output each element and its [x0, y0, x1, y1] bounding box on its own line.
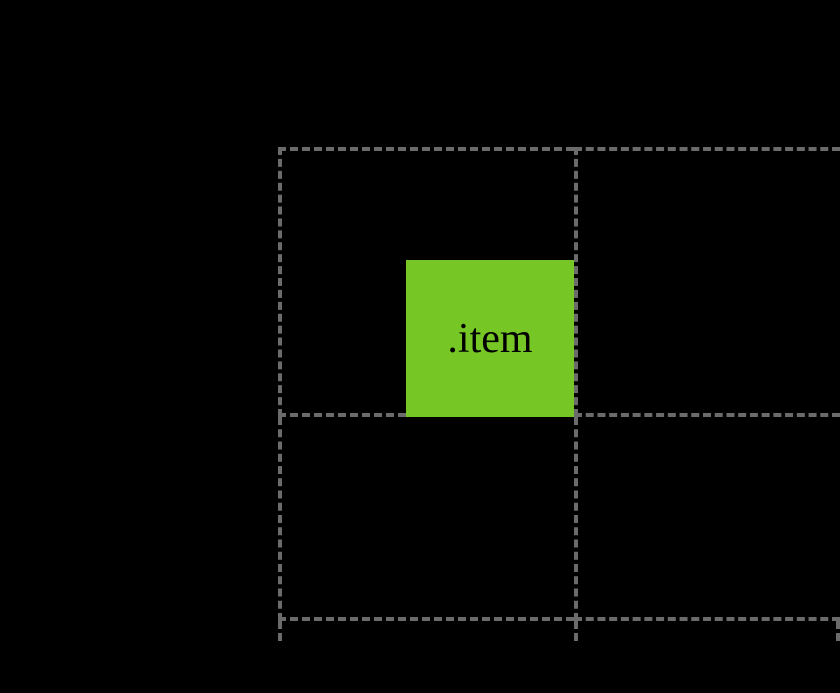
grid-tick-bottom-right [836, 621, 840, 641]
grid-tick-bottom-mid [574, 621, 578, 641]
grid-diagram: .item [278, 147, 840, 621]
grid-tick-bottom-left [278, 621, 282, 641]
grid-cell-bottom-left [278, 417, 574, 621]
item-label: .item [447, 315, 532, 363]
grid-cell-top-right [574, 147, 840, 417]
item-box: .item [406, 260, 574, 417]
grid-cell-bottom-right [574, 417, 840, 621]
